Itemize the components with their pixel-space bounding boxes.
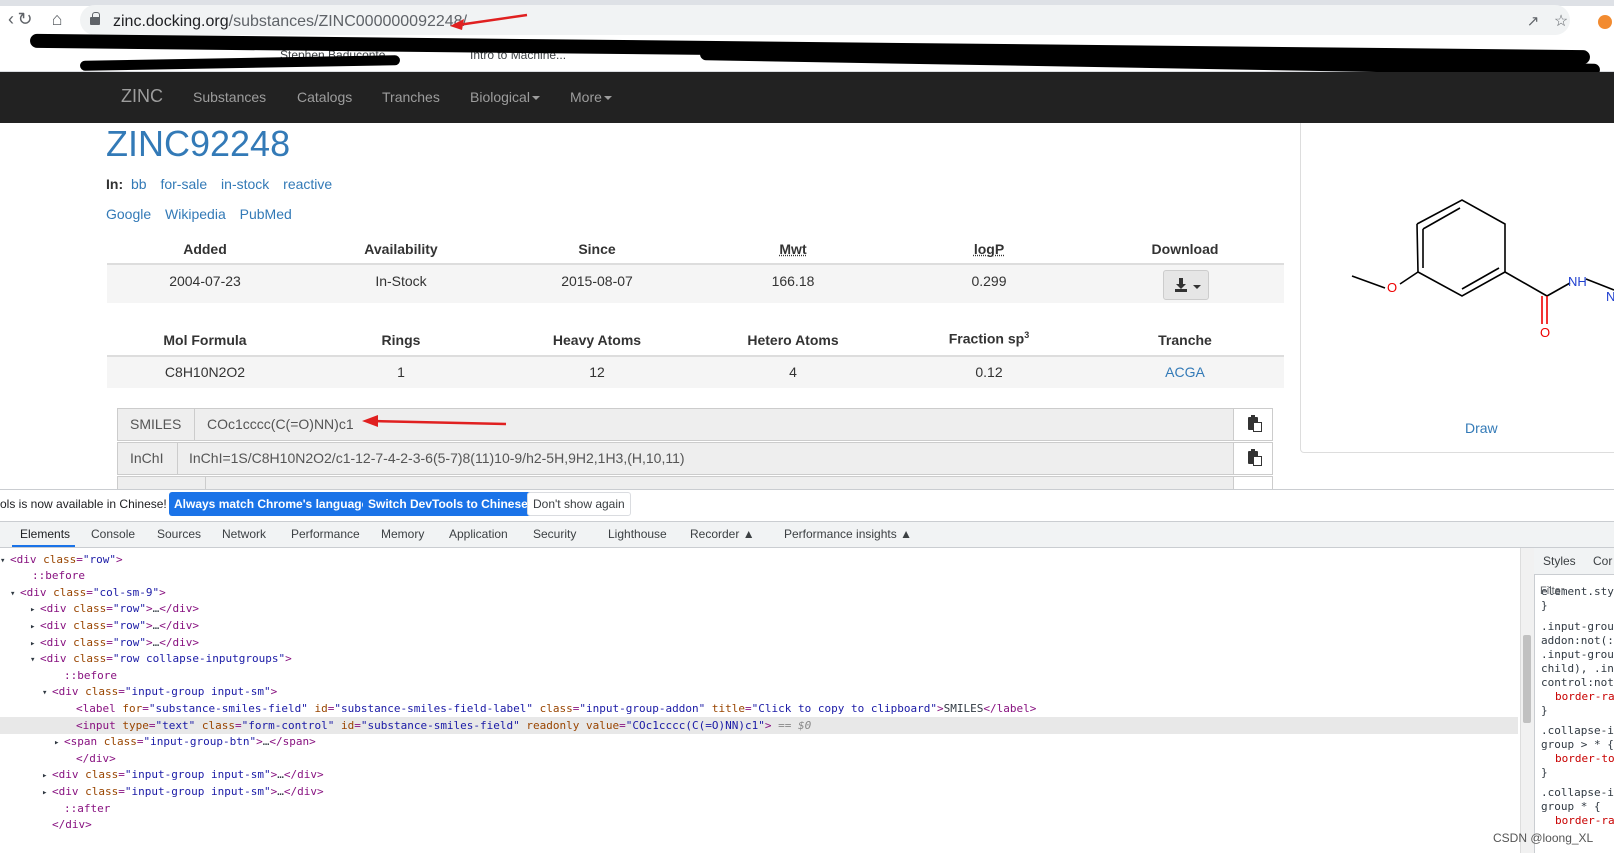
tab-console[interactable]: Console xyxy=(91,527,135,541)
tab-network[interactable]: Network xyxy=(222,527,266,541)
style-rule-line: .collapse-i xyxy=(1541,786,1614,799)
styles-filter-input[interactable]: Filter xyxy=(1540,585,1564,597)
dom-node[interactable]: ::after xyxy=(0,800,1518,817)
tab-recorder[interactable]: Recorder ▲ xyxy=(690,527,755,541)
dom-node[interactable]: ▸ <div class="row">…</div> xyxy=(0,600,1518,617)
style-rule-line: border-ra xyxy=(1555,814,1614,827)
style-rule-line: addon:not(: xyxy=(1541,634,1614,647)
style-rule-line: child), .inp xyxy=(1541,662,1614,675)
style-rule-line: control:not xyxy=(1541,676,1614,689)
dom-node[interactable]: ▾ <div class="row collapse-inputgroups"> xyxy=(0,650,1518,667)
tab-performance[interactable]: Performance xyxy=(291,527,360,541)
red-arrow-head xyxy=(450,19,464,30)
match-language-button[interactable]: Always match Chrome's language xyxy=(169,492,374,516)
style-rule-line: .input-grou xyxy=(1541,620,1614,633)
tab-computed[interactable]: Cor xyxy=(1593,554,1612,568)
dom-node[interactable]: </div> xyxy=(0,816,1518,833)
dom-node[interactable]: ▾ <div class="row"> xyxy=(0,551,1518,568)
active-tab-indicator xyxy=(12,545,75,547)
tab-security[interactable]: Security xyxy=(533,527,576,541)
style-rule-line: .input-grou xyxy=(1541,648,1614,661)
selected-dom-node[interactable]: <input type="text" class="form-control" … xyxy=(0,716,1518,734)
red-arrow-head xyxy=(362,415,378,427)
style-rule-line: border-to xyxy=(1555,752,1614,765)
dom-node[interactable]: ▾ <div class="input-group input-sm"> xyxy=(0,683,1518,700)
dom-node[interactable]: </div> xyxy=(0,750,1518,767)
tab-memory[interactable]: Memory xyxy=(381,527,424,541)
dom-node[interactable]: ▸ <div class="row">…</div> xyxy=(0,634,1518,651)
infobar-message: ols is now available in Chinese! xyxy=(0,497,167,511)
flask-icon: ▲ xyxy=(900,527,912,541)
watermark: CSDN @loong_XL xyxy=(1493,831,1594,845)
dom-node[interactable]: ::before xyxy=(0,567,1518,584)
dom-node[interactable]: <label for="substance-smiles-field" id="… xyxy=(0,700,1518,717)
tab-performance-insights-label: Performance insights xyxy=(784,527,897,541)
dom-node[interactable]: ▸ <div class="input-group input-sm">…</di… xyxy=(0,766,1518,783)
red-arrow xyxy=(371,419,507,426)
style-rule-line: .collapse-i xyxy=(1541,724,1614,737)
tab-performance-insights[interactable]: Performance insights ▲ xyxy=(784,527,912,541)
flask-icon: ▲ xyxy=(742,527,755,541)
dont-show-again-button[interactable]: Don't show again xyxy=(527,492,631,516)
dom-node[interactable]: ▾ <div class="col-sm-9"> xyxy=(0,584,1518,601)
switch-devtools-button[interactable]: Switch DevTools to Chinese xyxy=(363,492,533,516)
style-rule-line: border-ra xyxy=(1555,690,1614,703)
red-arrow xyxy=(457,13,528,27)
style-rule-line: } xyxy=(1541,599,1548,612)
dom-node[interactable]: ▸ <span class="input-group-btn">…</span> xyxy=(0,733,1518,750)
dom-node[interactable]: ::before xyxy=(0,667,1518,684)
tab-application[interactable]: Application xyxy=(449,527,508,541)
style-rule-line: group * { xyxy=(1541,800,1601,813)
tab-elements[interactable]: Elements xyxy=(20,527,70,541)
elements-scroll-thumb[interactable] xyxy=(1523,635,1531,723)
style-rule-line: } xyxy=(1541,766,1548,779)
style-rule-line: group > * { xyxy=(1541,738,1614,751)
style-rule-line: } xyxy=(1541,704,1548,717)
elements-tree[interactable]: ▸<nav class="navigation row">…</nav>▾<di… xyxy=(0,548,1520,853)
tab-sources[interactable]: Sources xyxy=(157,527,201,541)
tab-lighthouse[interactable]: Lighthouse xyxy=(608,527,667,541)
dom-node[interactable]: ▸ <div class="row">…</div> xyxy=(0,617,1518,634)
dom-node[interactable]: ▸ <div class="input-group input-sm">…</di… xyxy=(0,783,1518,800)
tab-styles[interactable]: Styles xyxy=(1543,554,1576,568)
tab-recorder-label: Recorder xyxy=(690,527,740,541)
